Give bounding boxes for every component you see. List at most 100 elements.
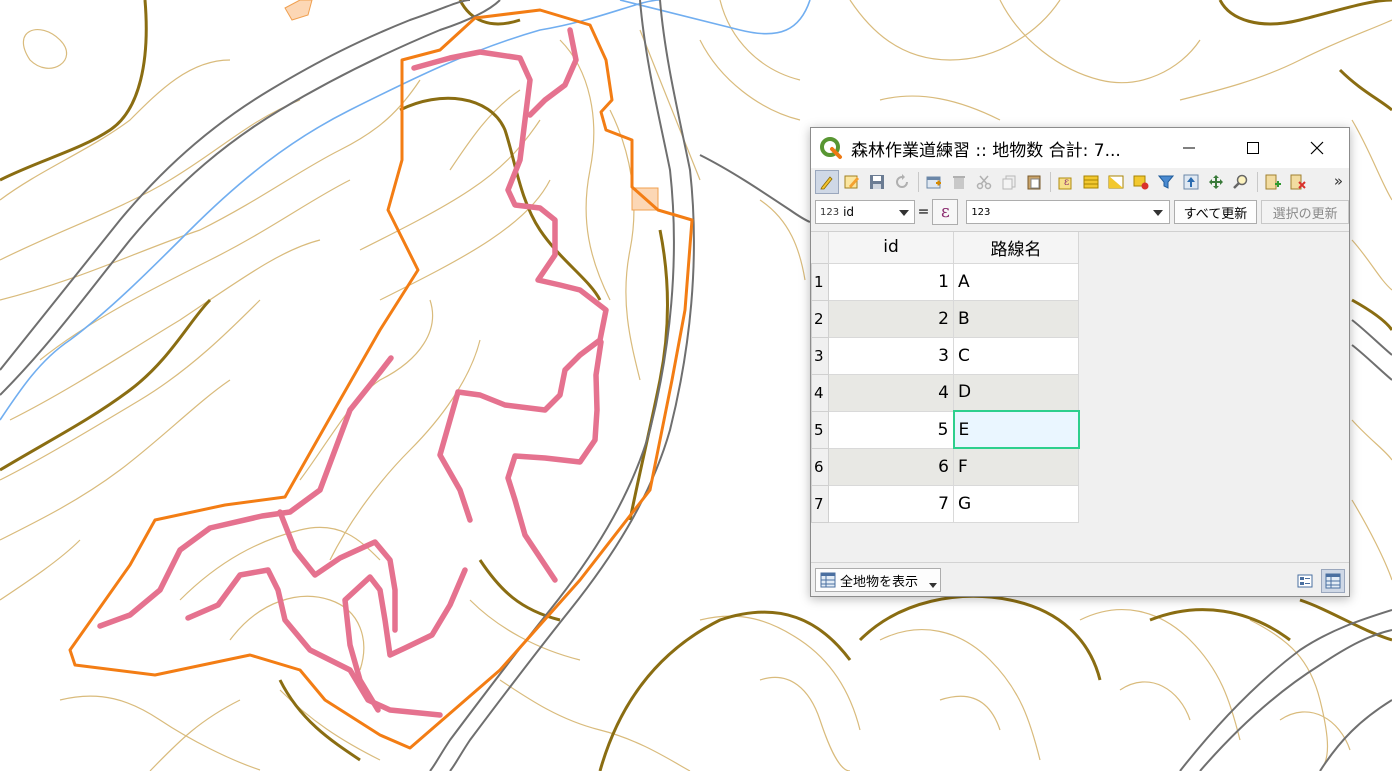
maximize-button[interactable] [1221, 128, 1285, 168]
field-type-label: 123 [820, 206, 840, 218]
cell-route-name[interactable]: A [953, 262, 1079, 301]
reload-button[interactable] [890, 170, 914, 194]
table-icon [820, 572, 836, 588]
attribute-grid[interactable]: id 路線名 1 1 A 2 2 B 3 3 C 4 4 D 5 5 E 6 6… [811, 231, 1349, 561]
move-selection-top-button[interactable] [1179, 170, 1203, 194]
table-view-icon [1325, 573, 1341, 589]
delete-feature-icon [953, 176, 965, 189]
zoom-to-selection-button[interactable] [1229, 170, 1253, 194]
cell-id[interactable]: 2 [828, 299, 954, 338]
table-row[interactable]: 3 3 C [811, 336, 1079, 375]
cell-route-name[interactable]: F [953, 447, 1079, 486]
filter-button[interactable] [1154, 170, 1178, 194]
new-field-button[interactable] [1261, 170, 1285, 194]
table-view-button[interactable] [1321, 569, 1345, 593]
multi-edit-button[interactable] [840, 170, 864, 194]
value-expression-input[interactable]: 123 [966, 200, 1170, 224]
paste-button[interactable] [1022, 170, 1046, 194]
update-all-button[interactable]: すべて更新 [1173, 200, 1258, 224]
cell-route-name[interactable]: G [953, 484, 1079, 523]
chevron-down-icon [929, 583, 937, 588]
attribute-table-window[interactable]: 森林作業道練習 :: 地物数 合計: 7... ε » 123 id = ε 1… [810, 127, 1350, 597]
toggle-editing-icon [820, 176, 833, 190]
title-bar[interactable]: 森林作業道練習 :: 地物数 合計: 7... [811, 128, 1349, 168]
qgis-logo-icon [820, 137, 842, 159]
form-view-button[interactable] [1293, 569, 1317, 593]
table-row[interactable]: 6 6 F [811, 447, 1079, 486]
column-header-route-name[interactable]: 路線名 [953, 232, 1079, 263]
toggle-editing-button[interactable] [815, 170, 839, 194]
expression-icon: ε [940, 202, 950, 222]
cell-route-name[interactable]: B [953, 299, 1079, 338]
select-by-expression-icon: ε [1058, 177, 1072, 190]
save-edits-button[interactable] [865, 170, 889, 194]
column-header-id[interactable]: id [828, 232, 954, 263]
row-number[interactable]: 2 [811, 299, 829, 338]
close-icon [1310, 141, 1324, 155]
bottom-bar: 全地物を表示 [811, 562, 1349, 596]
cell-id[interactable]: 6 [828, 447, 954, 486]
chevron-down-icon [898, 210, 909, 216]
zoom-to-selection-icon [1233, 174, 1248, 189]
select-all-button[interactable] [1079, 170, 1103, 194]
show-all-features-button[interactable]: 全地物を表示 [815, 568, 941, 592]
chevron-down-icon [1152, 210, 1163, 216]
cell-id[interactable]: 7 [828, 484, 954, 523]
deselect-button[interactable] [1129, 170, 1153, 194]
cell-route-name-selected[interactable]: E [952, 410, 1080, 449]
field-select[interactable]: 123 id [815, 200, 915, 224]
row-number[interactable]: 7 [811, 484, 829, 523]
toolbar-overflow-button[interactable]: » [1334, 172, 1343, 190]
move-selection-top-icon [1183, 174, 1199, 190]
table-row[interactable]: 5 5 E [811, 410, 1080, 449]
delete-field-button[interactable] [1286, 170, 1310, 194]
cell-route-name[interactable]: D [953, 373, 1079, 412]
maximize-icon [1247, 142, 1259, 154]
reload-icon [896, 174, 908, 188]
save-edits-icon [870, 175, 884, 189]
copy-button[interactable] [997, 170, 1021, 194]
add-feature-button[interactable] [922, 170, 946, 194]
multi-edit-icon [844, 175, 859, 189]
row-number[interactable]: 3 [811, 336, 829, 375]
add-feature-icon [926, 176, 941, 189]
corner-header[interactable] [811, 232, 829, 263]
cut-button[interactable] [972, 170, 996, 194]
equals-sign: = [917, 204, 930, 220]
row-number[interactable]: 6 [811, 447, 829, 486]
table-row[interactable]: 1 1 A [811, 262, 1079, 301]
value-expression-text: 123 [971, 206, 991, 218]
invert-selection-icon [1108, 175, 1124, 189]
cell-id[interactable]: 4 [828, 373, 954, 412]
table-row[interactable]: 7 7 G [811, 484, 1079, 523]
close-button[interactable] [1285, 128, 1349, 168]
filter-icon [1158, 175, 1174, 189]
row-number[interactable]: 1 [811, 262, 829, 301]
delete-feature-button[interactable] [947, 170, 971, 194]
row-number[interactable]: 4 [811, 373, 829, 412]
window-title: 森林作業道練習 :: 地物数 合計: 7... [851, 140, 1121, 161]
deselect-icon [1133, 175, 1149, 190]
attribute-table: id 路線名 1 1 A 2 2 B 3 3 C 4 4 D 5 5 E 6 6… [811, 232, 1080, 523]
table-row[interactable]: 2 2 B [811, 299, 1079, 338]
pan-to-selection-button[interactable] [1204, 170, 1228, 194]
expression-builder-button[interactable]: ε [932, 199, 959, 225]
update-field-bar: 123 id = ε 123 すべて更新 選択の更新 [811, 196, 1349, 228]
cell-id[interactable]: 1 [828, 262, 954, 301]
cell-id[interactable]: 5 [828, 410, 954, 449]
minimize-button[interactable] [1157, 128, 1221, 168]
cut-icon [976, 175, 992, 190]
table-row[interactable]: 4 4 D [811, 373, 1079, 412]
minimize-icon [1183, 147, 1195, 149]
toolbar-separator [1257, 172, 1258, 192]
row-number[interactable]: 5 [811, 410, 829, 449]
select-all-icon [1083, 175, 1099, 189]
cell-route-name[interactable]: C [953, 336, 1079, 375]
paste-icon [1027, 175, 1041, 190]
pan-to-selection-icon [1209, 175, 1223, 189]
update-selected-button[interactable]: 選択の更新 [1261, 200, 1349, 224]
toolbar-separator [1050, 172, 1051, 192]
invert-selection-button[interactable] [1104, 170, 1128, 194]
select-by-expression-button[interactable]: ε [1054, 170, 1078, 194]
cell-id[interactable]: 3 [828, 336, 954, 375]
